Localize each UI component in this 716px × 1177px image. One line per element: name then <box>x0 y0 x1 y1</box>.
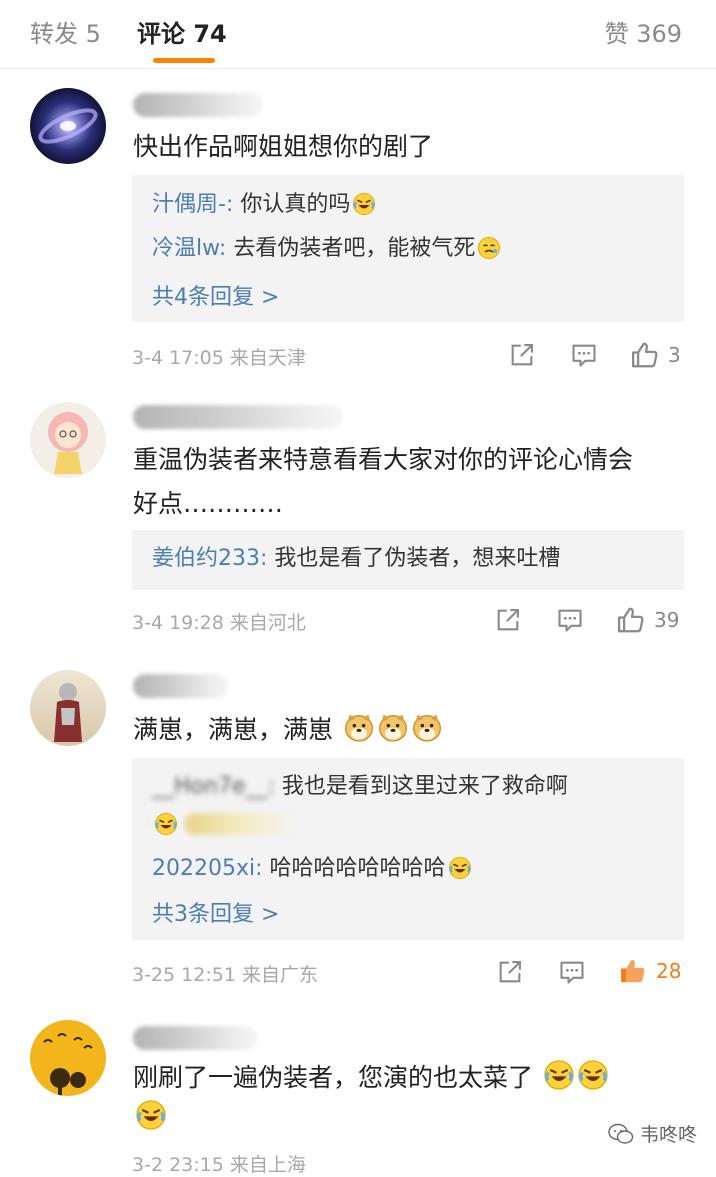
reply-button[interactable] <box>570 341 598 369</box>
reply-box[interactable]: 姜伯约233: 我也是看了伪装者，想来吐槽 <box>132 530 684 590</box>
like-count: 28 <box>656 959 682 983</box>
username-blurred[interactable] <box>133 405 343 429</box>
reply-text: 去看伪装者吧，能被气死 <box>226 236 476 261</box>
galaxy-icon <box>38 108 98 144</box>
share-button[interactable] <box>508 341 536 369</box>
thumbs-up-filled-icon <box>621 959 645 983</box>
reply-text: 哈哈哈哈哈哈哈哈 <box>262 856 446 881</box>
tab-comments[interactable]: 评论 74 <box>137 14 227 49</box>
active-tab-indicator <box>153 58 215 63</box>
comment-icon <box>556 606 584 634</box>
blurred-emoji-strip <box>185 813 295 835</box>
thumbs-up-icon <box>616 605 646 635</box>
share-icon <box>508 341 536 369</box>
thumbs-up-icon <box>630 340 660 370</box>
avatar[interactable] <box>30 670 106 746</box>
reply-text: 我也是看了伪装者，想来吐槽 <box>267 546 561 571</box>
comment-icon <box>558 958 586 986</box>
laugh-cry-emoji <box>543 1059 575 1091</box>
reply-text: 我也是看到这里过来了救命啊 <box>274 774 568 799</box>
comment-item: 满崽，满崽，满崽 __Hon7e__: 我也是看到这里过来了救命啊 202205… <box>0 668 716 998</box>
laugh-cry-emoji <box>154 812 178 836</box>
avatar[interactable] <box>30 1020 106 1096</box>
comment-icon <box>570 341 598 369</box>
reply-item[interactable]: 202205xi: 哈哈哈哈哈哈哈哈 <box>152 854 472 884</box>
tab-likes[interactable]: 赞 369 <box>605 14 682 49</box>
like-button[interactable]: 3 <box>630 340 681 370</box>
comment-item: 快出作品啊姐姐想你的剧了 汁偶周-: 你认真的吗 冷温lw: 去看伪装者吧，能被… <box>0 85 716 385</box>
doge-emoji <box>411 711 443 743</box>
comment-meta: 3-25 12:51 来自广东 <box>132 964 318 986</box>
tired-emoji <box>477 236 501 260</box>
like-button-active[interactable]: 28 <box>618 956 681 986</box>
username-blurred[interactable] <box>133 93 263 117</box>
like-count: 3 <box>668 343 681 367</box>
reply-username[interactable]: 冷温lw: <box>152 236 226 261</box>
doge-emoji <box>343 711 375 743</box>
like-button[interactable]: 39 <box>616 605 679 635</box>
laugh-cry-emoji <box>448 856 472 880</box>
reply-username[interactable]: 汁偶周-: <box>152 192 233 217</box>
like-count: 39 <box>654 608 680 632</box>
share-button[interactable] <box>494 606 522 634</box>
doge-emoji <box>377 711 409 743</box>
username-blurred[interactable] <box>133 1026 258 1050</box>
reply-emoji-row <box>152 810 295 840</box>
reply-button[interactable] <box>558 958 586 986</box>
reply-box[interactable]: __Hon7e__: 我也是看到这里过来了救命啊 202205xi: 哈哈哈哈哈… <box>132 758 684 940</box>
laugh-cry-emoji <box>577 1059 609 1091</box>
reply-username[interactable]: 202205xi: <box>152 856 263 881</box>
wechat-icon <box>608 1123 634 1144</box>
cartoon-girl-icon <box>48 412 88 474</box>
reply-item[interactable]: __Hon7e__: 我也是看到这里过来了救命啊 <box>152 772 568 802</box>
view-more-replies-link[interactable]: 共4条回复 > <box>152 279 279 311</box>
comment-text: 快出作品啊姐姐想你的剧了 <box>133 132 434 161</box>
wechat-watermark: 韦咚咚 <box>608 1120 697 1147</box>
watermark-text: 韦咚咚 <box>640 1124 698 1146</box>
reply-item[interactable]: 姜伯约233: 我也是看了伪装者，想来吐槽 <box>152 544 560 574</box>
birds-tree-icon <box>43 1033 93 1096</box>
avatar[interactable] <box>30 88 106 164</box>
username-blurred[interactable] <box>133 674 229 698</box>
comment-text: 重温伪装者来特意看看大家对你的评论心情会 好点………… <box>133 445 634 518</box>
reply-item[interactable]: 汁偶周-: 你认真的吗 <box>152 190 376 220</box>
hero-figure-icon <box>54 683 82 742</box>
view-more-replies-link[interactable]: 共3条回复 > <box>152 896 279 928</box>
share-button[interactable] <box>496 958 524 986</box>
comment-tab-bar: 转发 5 评论 74 赞 369 <box>0 0 716 69</box>
reply-username[interactable]: 姜伯约233: <box>152 546 267 571</box>
comment-meta: 3-4 19:28 来自河北 <box>132 612 306 634</box>
comment-meta: 3-4 17:05 来自天津 <box>132 347 306 369</box>
reply-item[interactable]: 冷温lw: 去看伪装者吧，能被气死 <box>152 234 501 264</box>
reply-box[interactable]: 汁偶周-: 你认真的吗 冷温lw: 去看伪装者吧，能被气死 共4条回复 > <box>132 175 684 322</box>
reply-button[interactable] <box>556 606 584 634</box>
tab-repost[interactable]: 转发 5 <box>30 14 101 49</box>
share-icon <box>496 958 524 986</box>
comment-text: 满崽，满崽，满崽 <box>133 708 693 752</box>
laugh-cry-emoji <box>135 1099 167 1131</box>
laugh-cry-emoji <box>352 192 376 216</box>
comment-item: 重温伪装者来特意看看大家对你的评论心情会 好点………… 姜伯约233: 我也是看… <box>0 400 716 660</box>
reply-text: 你认真的吗 <box>233 192 351 217</box>
share-icon <box>494 606 522 634</box>
reply-username[interactable]: __Hon7e__: <box>152 772 275 802</box>
avatar[interactable] <box>30 402 106 478</box>
